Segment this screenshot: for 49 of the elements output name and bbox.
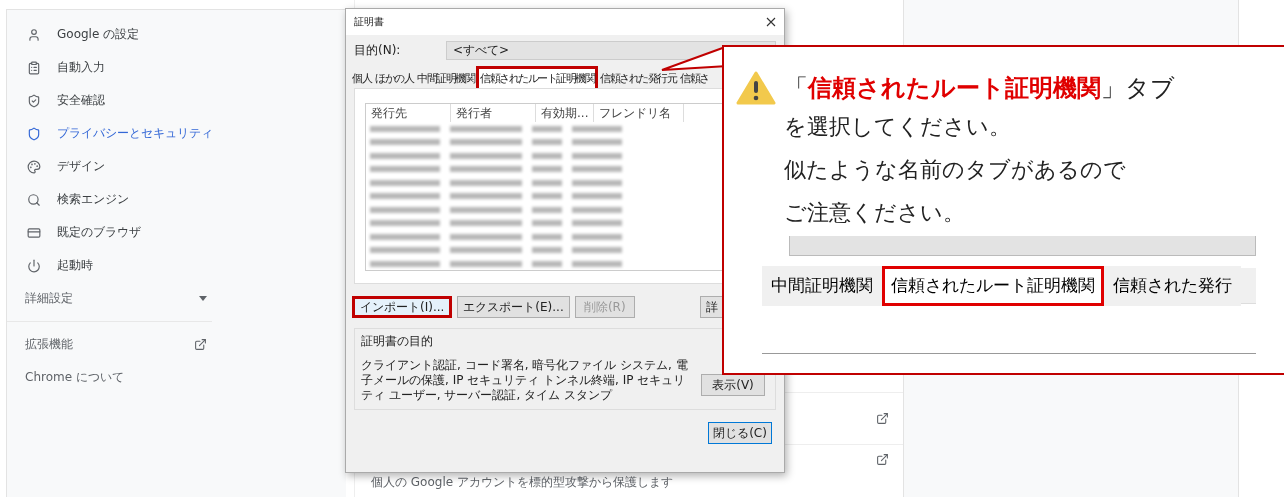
dialog-tab[interactable]: 中間証明機関 — [415, 68, 476, 88]
sidebar-item[interactable]: 安全確認 — [7, 84, 346, 117]
column-header[interactable]: 有効期... — [536, 104, 594, 122]
close-icon[interactable] — [766, 17, 776, 27]
sidebar-item[interactable]: 自動入力 — [7, 51, 346, 84]
column-header[interactable]: 発行者 — [451, 104, 536, 122]
dialog-tab[interactable]: 信頼されたルート証明機関 — [476, 66, 598, 88]
menu-item-icon — [27, 192, 41, 207]
dialog-button[interactable]: インポート(I)... — [352, 296, 453, 318]
dialog-tab[interactable]: ほかの人 — [373, 68, 415, 88]
menu-item-icon — [27, 27, 41, 42]
column-header[interactable]: フレンドリ名 — [594, 104, 684, 122]
sidebar-item[interactable]: 検索エンジン — [7, 183, 346, 216]
sidebar-item[interactable]: 起動時 — [7, 249, 346, 282]
menu-item-icon — [27, 60, 41, 75]
external-link-icon — [194, 338, 207, 351]
callout-message: を選択してください。 似たような名前のタブがあるので ご注意ください。 — [784, 113, 1127, 227]
purposes-text: クライアント認証, コード署名, 暗号化ファイル システム, 電子メールの保護, IP セキュリティ トンネル終端, IP セキュリティ ユーザー, サーバー認証, タイム スタンプ — [361, 358, 689, 403]
column-header[interactable]: 発行先 — [366, 104, 451, 122]
about-link[interactable]: Chrome について — [7, 361, 207, 394]
warning-icon — [736, 71, 776, 105]
zoomed-tab-label: 中間証明機関 — [762, 265, 882, 306]
menu-item-icon — [27, 93, 41, 108]
dialog-tab[interactable]: 信頼された発行元 — [598, 68, 678, 88]
zoomed-tab-label: 信頼されたルート証明機関 — [882, 265, 1104, 306]
sidebar-item[interactable]: デザイン — [7, 150, 346, 183]
purpose-label: 目的(N): — [354, 42, 402, 59]
sidebar-item[interactable]: 既定のブラウザ — [7, 216, 346, 249]
menu-item-icon — [27, 225, 41, 240]
dialog-title: 証明書 — [354, 15, 384, 29]
dialog-button[interactable]: エクスポート(E)... — [457, 296, 570, 318]
group-label: 証明書の目的 — [361, 333, 434, 350]
external-link-icon[interactable] — [876, 412, 889, 425]
view-button[interactable]: 表示(V) — [701, 374, 765, 396]
sidebar-item[interactable]: プライバシーとセキュリティ — [7, 117, 346, 150]
external-link-icon[interactable] — [876, 453, 889, 466]
callout-headline: 「信頼されたルート証明機関」タブ — [784, 73, 1175, 104]
close-button[interactable]: 閉じる(C) — [708, 422, 772, 444]
zoomed-tab-label: 信頼された発行 — [1104, 265, 1241, 306]
menu-item-icon — [27, 258, 41, 273]
extensions-link[interactable]: 拡張機能 — [7, 328, 207, 361]
sidebar-item[interactable]: Google の設定 — [7, 18, 346, 51]
setting-description: 個人の Google アカウントを標的型攻撃から保護します — [370, 474, 674, 491]
dialog-tab[interactable]: 個人 — [350, 68, 373, 88]
caret-icon — [199, 296, 207, 301]
dialog-tab[interactable]: 信頼さ — [678, 68, 711, 88]
menu-item-icon — [27, 159, 41, 174]
advanced-settings-toggle[interactable]: 詳細設定 — [7, 282, 207, 315]
menu-item-icon — [27, 126, 41, 141]
